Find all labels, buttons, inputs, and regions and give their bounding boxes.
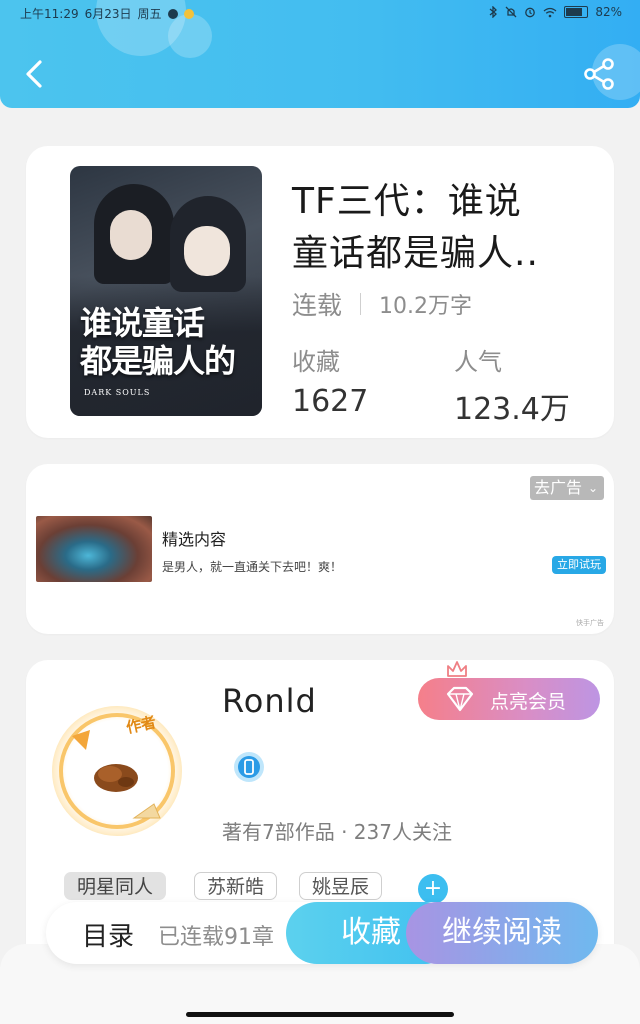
tag-item[interactable]: 姚昱辰 xyxy=(299,872,383,900)
header-bar: 上午11:29 6月23日 周五 82% xyxy=(0,0,640,108)
cover-subtitle: DARK SOULS xyxy=(84,388,151,397)
chevron-left-icon xyxy=(26,60,42,88)
battery-icon xyxy=(564,6,589,18)
notification-icon xyxy=(167,8,178,19)
diamond-icon xyxy=(446,686,474,712)
vip-button[interactable]: 点亮会员 xyxy=(418,678,600,720)
back-button[interactable] xyxy=(14,52,58,96)
status-date: 6月23日 xyxy=(84,7,132,21)
tag-item[interactable]: 苏新皓 xyxy=(194,872,278,900)
book-title: TF三代：谁说 童话都是骗人.. xyxy=(292,181,539,274)
share-icon xyxy=(584,58,614,90)
serial-status: 连载 xyxy=(292,291,343,320)
status-bar: 上午11:29 6月23日 周五 82% xyxy=(0,0,640,26)
ad-title: 精选内容 xyxy=(162,530,227,549)
status-weekday: 周五 xyxy=(137,7,162,21)
author-avatar[interactable] xyxy=(52,706,182,836)
book-meta: 连载 10.2万字 xyxy=(292,286,472,322)
author-name: Ronld xyxy=(222,682,317,720)
add-tag-button[interactable]: + xyxy=(418,874,448,904)
avatar-frame xyxy=(59,713,175,829)
popularity-label: 人气 xyxy=(454,348,502,376)
notification-icon xyxy=(183,8,194,19)
tag-item[interactable]: 明星同人 xyxy=(64,872,167,900)
cover-figure xyxy=(184,226,230,276)
ad-description: 是男人，就一直通关下去吧！爽！ xyxy=(162,560,343,574)
continue-reading-button[interactable]: 继续阅读 xyxy=(406,902,598,964)
ad-try-button[interactable]: 立即试玩 xyxy=(552,556,606,574)
chapter-count: 已连载91章 xyxy=(158,925,274,950)
wifi-icon xyxy=(543,7,557,17)
battery-level: 82% xyxy=(595,5,622,19)
share-button[interactable] xyxy=(578,52,622,96)
alarm-icon xyxy=(525,7,536,18)
bluetooth-icon xyxy=(489,6,498,18)
popularity-value: 123.4万 xyxy=(454,392,570,427)
divider xyxy=(360,293,362,315)
ad-card[interactable]: 去广告 ⌄ 精选内容 是男人，就一直通关下去吧！爽！ 立即试玩 快手广告 xyxy=(26,464,614,634)
cover-title: 谁说童话 都是骗人的 xyxy=(80,304,236,380)
level-badge-icon xyxy=(234,752,264,782)
ad-source: 快手广告 xyxy=(576,619,604,627)
author-works-info: 著有7部作品 · 237人关注 xyxy=(222,820,452,844)
catalog-button[interactable]: 目录 xyxy=(82,916,134,953)
cover-figure xyxy=(110,210,152,260)
favorites-label: 收藏 xyxy=(292,348,340,376)
crown-icon xyxy=(447,661,467,677)
word-count: 10.2万字 xyxy=(379,294,473,319)
favorites-value: 1627 xyxy=(292,384,369,419)
book-cover[interactable]: 谁说童话 都是骗人的 DARK SOULS xyxy=(70,166,262,416)
home-indicator[interactable] xyxy=(186,1012,454,1017)
remove-ad-button[interactable]: 去广告 ⌄ xyxy=(529,476,604,500)
ad-image[interactable] xyxy=(36,516,152,582)
bottom-action-bar: 目录 已连载91章 收藏 继续阅读 xyxy=(46,902,598,964)
status-time: 上午11:29 xyxy=(20,7,79,21)
vip-button-label: 点亮会员 xyxy=(490,691,567,713)
book-info-card: 谁说童话 都是骗人的 DARK SOULS TF三代：谁说 童话都是骗人.. 连… xyxy=(26,146,614,438)
chevron-down-icon: ⌄ xyxy=(587,481,598,495)
mute-icon xyxy=(505,6,517,18)
